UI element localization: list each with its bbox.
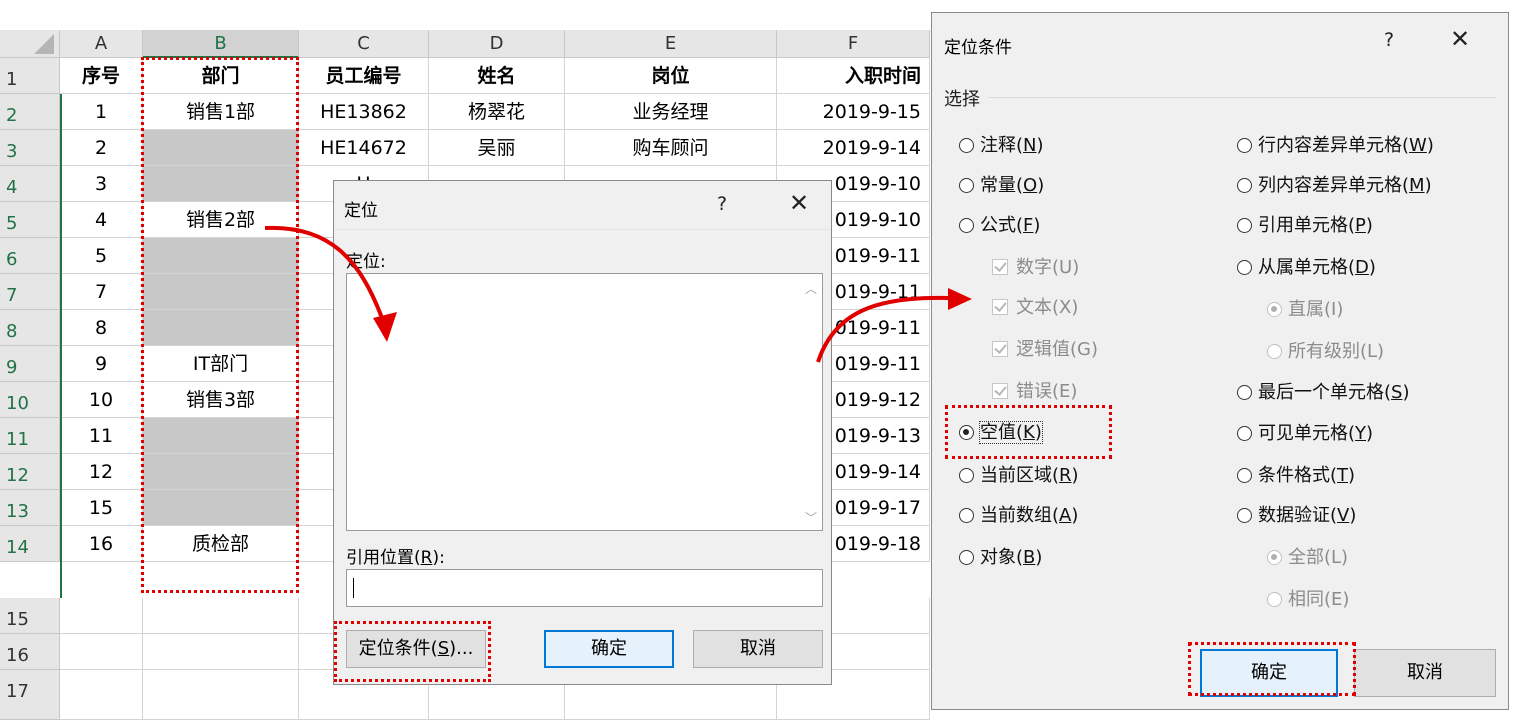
arrow-to-text-option [816, 295, 951, 363]
annotation-arrows [264, 225, 972, 363]
arrow-head-icon [948, 288, 972, 310]
arrow-to-goto-list [264, 225, 384, 319]
arrow-head-icon [373, 312, 397, 342]
